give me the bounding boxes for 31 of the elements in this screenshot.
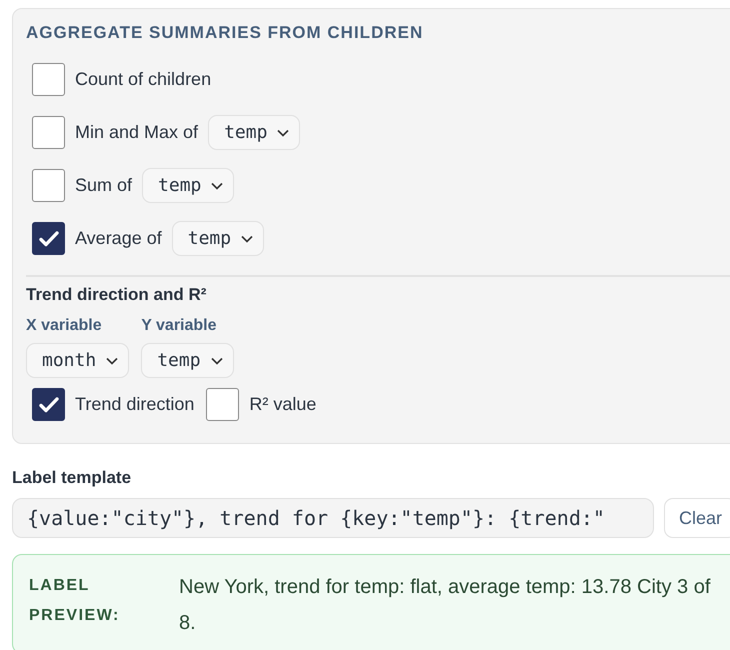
checkbox[interactable] (32, 116, 65, 149)
subsection-title: Trend direction and R² (26, 285, 208, 305)
chevron-down-icon (210, 356, 223, 364)
checkbox-label: Sum of (75, 175, 132, 196)
checkbox[interactable] (32, 169, 65, 202)
checkbox-label: Trend direction (75, 394, 194, 415)
checkbox-label: R² value (249, 394, 316, 415)
checkbox-label: Average of (75, 228, 162, 249)
preview-label: LABEL PREVIEW: (29, 576, 121, 626)
clear-button[interactable]: Clear (664, 498, 730, 538)
chevron-down-icon (241, 234, 254, 242)
field-label: Y variable (141, 317, 216, 335)
checkbox-label: Count of children (75, 69, 212, 90)
dropdown[interactable]: temp (142, 168, 234, 203)
chevron-down-icon (277, 128, 290, 136)
chevron-down-icon (106, 356, 118, 364)
checkbox[interactable] (32, 222, 65, 255)
checkbox[interactable] (32, 63, 65, 96)
dropdown[interactable]: month (26, 343, 130, 378)
dropdown[interactable]: temp (141, 343, 234, 378)
field-label: X variable (26, 317, 102, 335)
checkbox[interactable] (206, 388, 240, 421)
checkbox[interactable] (32, 388, 65, 421)
template-input[interactable]: {value:"city"}, trend for {key:"temp"}: {trend:" (12, 498, 654, 538)
checkbox-label: Min and Max of (75, 122, 198, 143)
dropdown[interactable]: temp (208, 115, 300, 150)
preview-text: New York, trend for temp: flat, average temp: 13.78 City 3 of 8. (179, 575, 712, 636)
section-title: AGGREGATE SUMMARIES FROM CHILDREN (26, 23, 424, 43)
field-label: Label template (12, 468, 132, 488)
chevron-down-icon (211, 182, 224, 190)
dropdown[interactable]: temp (172, 221, 264, 256)
